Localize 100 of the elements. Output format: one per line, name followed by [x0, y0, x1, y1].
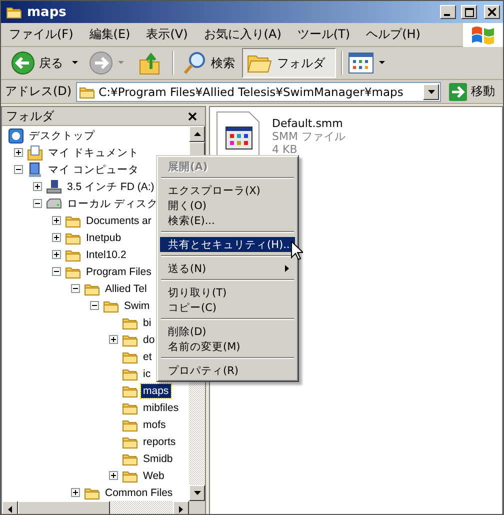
- menu-item[interactable]: 表示(V): [146, 26, 188, 43]
- tree-item[interactable]: Inetpub: [84, 230, 124, 244]
- views-icon[interactable]: [348, 52, 374, 74]
- tree-item[interactable]: ic: [141, 366, 153, 380]
- scroll-right-icon[interactable]: [179, 506, 183, 512]
- file-size: 4 KB: [272, 143, 298, 156]
- close-button[interactable]: [484, 5, 500, 19]
- tree-item[interactable]: マイ コンピュータ: [46, 162, 141, 176]
- maximize-button[interactable]: [461, 5, 477, 19]
- desktop-icon: [8, 128, 24, 144]
- expand-button[interactable]: [109, 335, 118, 344]
- computer-icon: [27, 162, 43, 178]
- dropdown-caret-icon[interactable]: [379, 61, 385, 65]
- back-button[interactable]: 戻る: [7, 48, 67, 78]
- expand-button[interactable]: [52, 216, 61, 225]
- folder-document-icon: [27, 144, 43, 160]
- folder-icon: [65, 248, 81, 262]
- folder-icon: [122, 418, 138, 432]
- folder-icon: [122, 350, 138, 364]
- dropdown-button[interactable]: [423, 84, 439, 100]
- folder-icon: [84, 282, 100, 296]
- tree-item[interactable]: Common Files: [103, 486, 175, 500]
- menu-item[interactable]: プロパティ(R): [160, 363, 295, 378]
- close-icon[interactable]: [188, 112, 197, 120]
- folder-icon: [122, 366, 138, 380]
- expand-button[interactable]: [71, 488, 80, 497]
- tree-item[interactable]: マイ ドキュメント: [46, 146, 141, 160]
- file-type: SMM ファイル: [272, 130, 346, 143]
- collapse-button[interactable]: [71, 284, 80, 293]
- menu-item[interactable]: エクスプローラ(X): [160, 183, 295, 198]
- go-button[interactable]: 移動: [445, 82, 499, 100]
- folder-icon: [122, 468, 138, 482]
- tree-item[interactable]: ローカル ディスク: [65, 196, 160, 210]
- folder-icon: [78, 84, 95, 98]
- folder-icon: [122, 316, 138, 330]
- menu-item[interactable]: お気に入り(A): [204, 26, 282, 43]
- menu-item[interactable]: 検索(E)...: [160, 213, 295, 228]
- tree-item[interactable]: maps: [141, 384, 171, 398]
- folder-icon: [6, 5, 22, 19]
- folder-icon: [84, 486, 100, 500]
- scroll-up-icon[interactable]: [194, 132, 200, 136]
- folder-icon: [65, 264, 81, 278]
- windows-logo: [463, 22, 503, 46]
- menu-item[interactable]: 編集(E): [89, 26, 130, 43]
- tree-item[interactable]: mofs: [141, 418, 168, 432]
- menu-item[interactable]: 切り取り(T): [160, 285, 295, 300]
- folder-icon: [122, 384, 138, 398]
- menu-item[interactable]: 名前の変更(M): [160, 339, 295, 354]
- expand-button[interactable]: [14, 148, 23, 157]
- window-title: maps: [27, 4, 66, 20]
- tree-item[interactable]: Swim: [122, 298, 152, 312]
- dropdown-caret-icon[interactable]: [72, 61, 78, 65]
- go-arrow-icon: [449, 82, 467, 100]
- search-button[interactable]: 検索: [179, 48, 239, 78]
- tree-item[interactable]: Smidb: [141, 452, 175, 466]
- folder-icon: [122, 452, 138, 466]
- pane-title: フォルダ: [6, 108, 54, 124]
- tree-item[interactable]: 3.5 インチ FD (A:): [65, 180, 156, 194]
- tree-item[interactable]: do: [141, 332, 157, 346]
- scroll-left-icon[interactable]: [8, 506, 12, 512]
- folders-button[interactable]: フォルダ: [242, 48, 336, 78]
- floppy-drive-icon: [46, 178, 62, 194]
- tree-item[interactable]: Web: [141, 468, 166, 482]
- menu-item[interactable]: ヘルプ(H): [366, 26, 420, 43]
- menu-item[interactable]: 送る(N): [160, 261, 295, 276]
- collapse-button[interactable]: [33, 199, 42, 208]
- menu-item[interactable]: コピー(C): [160, 300, 295, 315]
- menu-item[interactable]: 削除(D): [160, 324, 295, 339]
- expand-button[interactable]: [33, 182, 42, 191]
- scroll-down-icon[interactable]: [194, 491, 200, 495]
- tree-item[interactable]: Program Files: [84, 264, 154, 278]
- collapse-button[interactable]: [14, 165, 23, 174]
- tree-item[interactable]: bi: [141, 316, 154, 330]
- collapse-button[interactable]: [52, 267, 61, 276]
- folder-icon: [122, 332, 138, 346]
- expand-button[interactable]: [52, 250, 61, 259]
- tree-item[interactable]: デスクトップ: [27, 128, 97, 142]
- collapse-button[interactable]: [90, 301, 99, 310]
- folder-icon: [122, 400, 138, 414]
- search-icon: [183, 51, 207, 75]
- horizontal-scrollbar[interactable]: [2, 501, 205, 514]
- folder-icon: [65, 230, 81, 244]
- menu-item[interactable]: ファイル(F): [9, 26, 74, 43]
- menu-item[interactable]: 共有とセキュリティ(H)...: [160, 237, 295, 252]
- tree-item[interactable]: reports: [141, 434, 178, 448]
- tree-item[interactable]: Allied Tel: [103, 282, 149, 296]
- forward-icon[interactable]: [89, 51, 113, 75]
- tree-item[interactable]: Intel10.2: [84, 248, 128, 262]
- menu-item[interactable]: 開く(O): [160, 198, 295, 213]
- address-field[interactable]: C:¥Program Files¥Allied Telesis¥SwimManager¥maps: [76, 82, 441, 102]
- minimize-button[interactable]: [440, 5, 456, 19]
- file-name: Default.smm: [272, 117, 344, 130]
- tree-item[interactable]: Documents ar: [84, 214, 154, 228]
- tree-item[interactable]: et: [141, 350, 154, 364]
- folder-icon: [65, 214, 81, 228]
- expand-button[interactable]: [109, 471, 118, 480]
- tree-item[interactable]: mibfiles: [141, 400, 181, 414]
- scroll-thumb[interactable]: [18, 501, 110, 514]
- expand-button[interactable]: [52, 233, 61, 242]
- menu-item[interactable]: ツール(T): [297, 26, 350, 43]
